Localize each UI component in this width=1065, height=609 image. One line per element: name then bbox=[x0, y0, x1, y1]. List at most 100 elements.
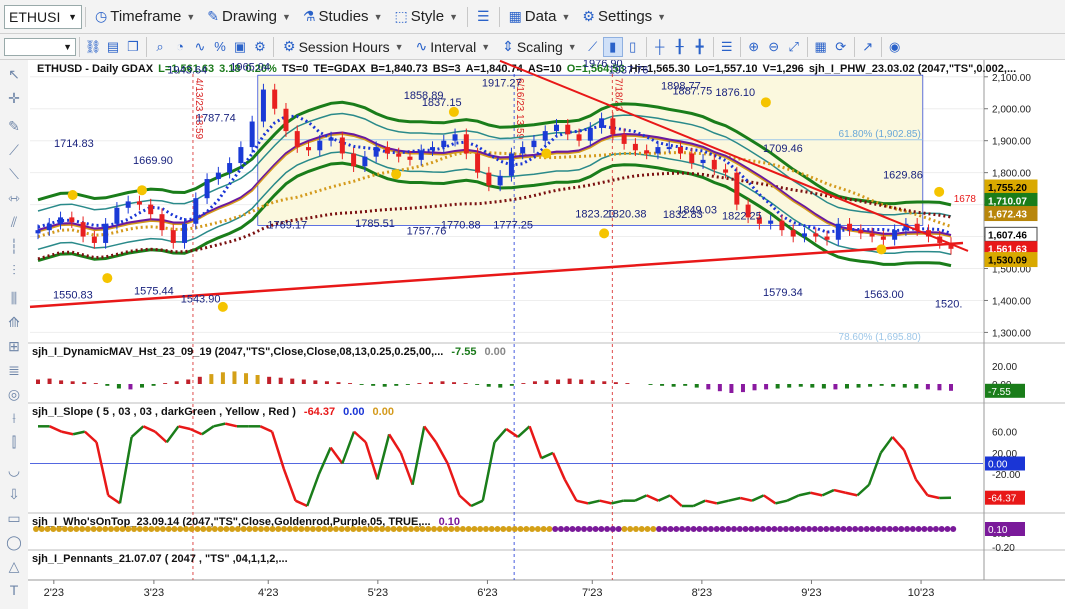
histogram-bar bbox=[544, 380, 549, 384]
header-field: sjh_I_PHW_23.03.02 (2047,"TS",0.002,... bbox=[809, 63, 1016, 75]
vertical-line-icon[interactable]: ┆ bbox=[4, 236, 24, 256]
wrench-icon[interactable]: ✎ bbox=[4, 116, 24, 136]
channel-icon[interactable]: ⫽ bbox=[4, 212, 24, 232]
candle-body bbox=[182, 223, 188, 243]
triangle-icon[interactable]: △ bbox=[4, 556, 24, 576]
who-on-top-dot bbox=[200, 526, 207, 532]
price-label: 1822.25 bbox=[722, 211, 762, 223]
bar-icon[interactable]: ┼ bbox=[650, 37, 670, 57]
who-on-top-dot bbox=[938, 526, 945, 532]
who-on-top-dot bbox=[73, 526, 80, 532]
histogram-bar bbox=[498, 384, 503, 388]
columns-icon[interactable]: ⫼ bbox=[4, 288, 24, 308]
drawing-menu[interactable]: ✎ Drawing ▼ bbox=[201, 0, 297, 33]
ray-icon[interactable]: ⟍ bbox=[4, 164, 24, 184]
fit-icon[interactable]: ⤢ bbox=[784, 37, 804, 57]
panel-layout-icon[interactable]: ☰ bbox=[717, 37, 737, 57]
grid-icon[interactable]: ⊞ bbox=[4, 336, 24, 356]
timeframe-menu[interactable]: ◷ Timeframe ▼ bbox=[89, 0, 201, 33]
scaling-menu[interactable]: ⇕ Scaling ▼ bbox=[496, 34, 583, 59]
gauge-icon[interactable]: ◔ bbox=[170, 37, 190, 57]
candle-body bbox=[779, 220, 785, 231]
who-on-top-dot bbox=[794, 526, 801, 532]
price-label: 1550.83 bbox=[53, 290, 93, 302]
search-icon[interactable]: ⌕ bbox=[150, 37, 170, 57]
link-icon[interactable]: ⛓ bbox=[83, 37, 103, 57]
histogram-bar bbox=[486, 384, 491, 387]
wave-icon[interactable]: ∿ bbox=[190, 37, 210, 57]
candle-body bbox=[835, 223, 841, 240]
who-on-top-dot bbox=[765, 526, 772, 532]
histogram-bar bbox=[244, 373, 249, 384]
layout-button[interactable]: ☰ bbox=[471, 0, 496, 33]
arrow-down-icon[interactable]: ⇩ bbox=[4, 484, 24, 504]
histogram-bar bbox=[255, 375, 260, 384]
style-menu[interactable]: ⬚ Style ▼ bbox=[388, 0, 464, 33]
histogram-bar bbox=[267, 376, 272, 384]
line-chart-icon[interactable]: ⟋ bbox=[583, 37, 603, 57]
pivot-dot bbox=[599, 228, 610, 239]
who-on-top-dot bbox=[684, 526, 691, 532]
who-on-top-dot bbox=[811, 526, 818, 532]
cycle-icon[interactable]: ◎ bbox=[4, 384, 24, 404]
candle-body bbox=[880, 236, 886, 240]
hollow-candle-icon[interactable]: ▯ bbox=[623, 37, 643, 57]
session-hours-menu[interactable]: ⚙ Session Hours ▼ bbox=[277, 34, 410, 59]
histogram-bar bbox=[660, 384, 665, 386]
chart-area[interactable]: ETHUSD - Daily GDAX L=1,561.63 3.18 0.20% TS… bbox=[28, 60, 1065, 609]
arc-icon[interactable]: ◡ bbox=[4, 460, 24, 480]
who-on-top-dot bbox=[615, 526, 622, 532]
price-label: 1769.17 bbox=[267, 220, 307, 232]
who-on-top-dot bbox=[194, 526, 201, 532]
who-on-top-dot bbox=[436, 526, 443, 532]
fan-icon[interactable]: ⟰ bbox=[4, 312, 24, 332]
header-field: BS=3 bbox=[433, 63, 461, 75]
histogram-bar bbox=[209, 374, 214, 384]
studies-menu[interactable]: ⚗ Studies ▼ bbox=[297, 0, 389, 33]
interval-menu[interactable]: ∿ Interval ▼ bbox=[410, 34, 497, 59]
calendar-icon[interactable]: ▦ bbox=[811, 37, 831, 57]
price-label: 1563.00 bbox=[864, 289, 904, 301]
who-on-top-dot bbox=[604, 526, 611, 532]
ellipse-icon[interactable]: ◯ bbox=[4, 532, 24, 552]
secondary-symbol-select[interactable]: ▼ bbox=[4, 37, 76, 56]
fibonacci-icon[interactable]: ⫶ bbox=[4, 260, 24, 280]
drawing-toolbar: ↖ ✛ ✎ ⟋ ⟍ ⇿ ⫽ ┆ ⫶ ⫼ ⟰ ⊞ ≣ ◎ ⟊ ⫿ ◡ ⇩ ▭ ◯ … bbox=[0, 60, 29, 609]
gann-icon[interactable]: ⟊ bbox=[4, 408, 24, 428]
copy-icon[interactable]: ❐ bbox=[123, 37, 143, 57]
y-tick-label: 1,900.00 bbox=[992, 137, 1031, 148]
histogram-bar bbox=[891, 384, 896, 387]
ohlc-icon[interactable]: ╋ bbox=[690, 37, 710, 57]
cog-icon[interactable]: ⚙ bbox=[250, 37, 270, 57]
rectangle-icon[interactable]: ▭ bbox=[4, 508, 24, 528]
speedometer-icon[interactable]: ◉ bbox=[885, 37, 905, 57]
crosshair-icon[interactable]: ✛ bbox=[4, 88, 24, 108]
add-chart-icon[interactable]: ↗ bbox=[858, 37, 878, 57]
candlestick-icon[interactable]: ▮ bbox=[602, 36, 623, 57]
x-tick-label: 7'23 bbox=[582, 587, 602, 599]
histogram-bar bbox=[949, 384, 953, 391]
histogram-bar bbox=[47, 378, 52, 384]
candle-body bbox=[824, 236, 830, 240]
clock-icon: ◷ bbox=[95, 8, 108, 24]
candle-body bbox=[80, 222, 86, 237]
bars-icon[interactable]: ⫿ bbox=[4, 432, 24, 452]
cursor-icon[interactable]: ↖ bbox=[4, 64, 24, 84]
candle-body bbox=[283, 108, 289, 132]
symbol-input[interactable]: ETHUSI ▼ bbox=[4, 4, 82, 29]
sticky-note-icon[interactable]: ▤ bbox=[103, 37, 123, 57]
histogram-bar bbox=[301, 379, 306, 384]
refresh-icon[interactable]: ⟳ bbox=[831, 37, 851, 57]
data-menu[interactable]: ▦ Data ▼ bbox=[503, 0, 577, 33]
bar-thin-icon[interactable]: ╂ bbox=[670, 37, 690, 57]
alert-icon[interactable]: ▣ bbox=[230, 37, 250, 57]
histogram-bar bbox=[937, 384, 942, 391]
settings-menu[interactable]: ⚙ Settings ▼ bbox=[576, 0, 672, 33]
ratio-icon[interactable]: % bbox=[210, 37, 230, 57]
levels-icon[interactable]: ≣ bbox=[4, 360, 24, 380]
text-tool-icon[interactable]: T bbox=[4, 580, 24, 600]
horizontal-line-icon[interactable]: ⇿ bbox=[4, 188, 24, 208]
zoom-out-icon[interactable]: ⊖ bbox=[764, 37, 784, 57]
trendline-icon[interactable]: ⟋ bbox=[4, 140, 24, 160]
zoom-in-icon[interactable]: ⊕ bbox=[744, 37, 764, 57]
